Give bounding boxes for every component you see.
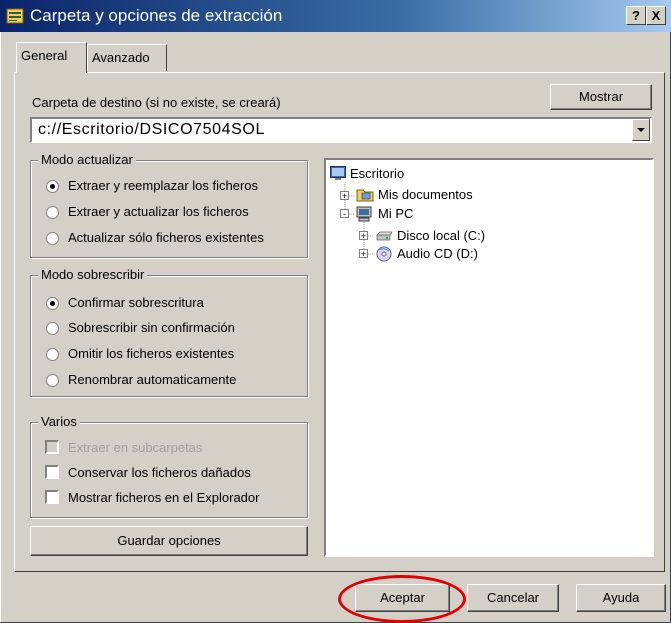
checkbox-show-explorer-label[interactable]: Mostrar ficheros en el Explorador [68,490,259,505]
radio-update-existing-label[interactable]: Actualizar sólo ficheros existentes [68,230,264,245]
radio-extract-update-label[interactable]: Extraer y actualizar los ficheros [68,204,249,219]
radio-overwrite-noconfirm-label[interactable]: Sobrescribir sin confirmación [68,320,235,335]
misc-title: Varios [38,414,80,429]
window-title: Carpeta y opciones de extracción [30,6,283,25]
radio-update-existing[interactable] [46,232,59,245]
cd-icon [376,246,392,262]
checkbox-extract-subfolders[interactable] [45,440,59,454]
overwrite-mode-title: Modo sobrescribir [38,267,148,282]
app-icon [6,8,24,24]
tab-avanzado[interactable]: Avanzado [87,44,167,71]
combo-dropdown-button[interactable] [632,119,650,141]
tree-item-label: Audio CD (D:) [397,246,478,261]
help-button[interactable]: Ayuda [576,584,666,612]
radio-auto-rename-label[interactable]: Renombrar automaticamente [68,372,236,387]
save-options-button[interactable]: Guardar opciones [30,526,308,556]
tree-item-label: Mis documentos [378,187,473,202]
expand-disco-local[interactable]: + [359,231,368,241]
drive-icon [376,231,393,241]
expand-audio-cd[interactable]: + [359,249,368,259]
computer-icon [356,206,372,222]
help-title-button[interactable]: ? [626,6,646,25]
radio-confirm-overwrite[interactable] [46,297,59,310]
folder-icon [356,189,374,202]
chevron-down-icon [637,128,645,132]
radio-auto-rename[interactable] [46,374,59,387]
tree-item-label: Escritorio [350,166,405,181]
radio-skip-existing[interactable] [46,348,59,361]
update-mode-title: Modo actualizar [38,152,136,167]
destination-input[interactable]: c://Escritorio/DSICO7504SOL [38,121,265,139]
radio-skip-existing-label[interactable]: Omitir los ficheros existentes [68,346,234,361]
expand-mis-documentos[interactable]: + [340,191,349,201]
desktop-icon [330,166,346,180]
radio-extract-replace[interactable] [46,180,59,193]
title-bar[interactable]: Carpeta y opciones de extracción ? X [0,0,671,32]
tree-item-label: Mi PC [378,206,414,221]
folder-tree[interactable]: Escritorio + Mis documentos - Mi PC + Di… [324,158,654,557]
checkbox-keep-damaged[interactable] [45,465,59,479]
checkbox-extract-subfolders-label: Extraer en subcarpetas [68,440,203,455]
show-button[interactable]: Mostrar [550,84,652,110]
close-button[interactable]: X [646,6,666,25]
radio-extract-replace-label[interactable]: Extraer y reemplazar los ficheros [68,178,258,193]
checkbox-keep-damaged-label[interactable]: Conservar los ficheros dañados [68,465,251,480]
collapse-mi-pc[interactable]: - [340,209,349,219]
tab-general[interactable]: General [16,42,87,73]
checkbox-show-explorer[interactable] [45,490,59,504]
radio-confirm-overwrite-label[interactable]: Confirmar sobrescritura [68,295,204,310]
radio-overwrite-noconfirm[interactable] [46,322,59,335]
highlight-ellipse [338,575,466,623]
destination-combo[interactable]: c://Escritorio/DSICO7504SOL [30,117,652,143]
tree-item-label: Disco local (C:) [397,228,486,243]
radio-extract-update[interactable] [46,206,59,219]
cancel-button[interactable]: Cancelar [467,584,559,612]
destination-label: Carpeta de destino (si no existe, se cre… [32,95,281,110]
